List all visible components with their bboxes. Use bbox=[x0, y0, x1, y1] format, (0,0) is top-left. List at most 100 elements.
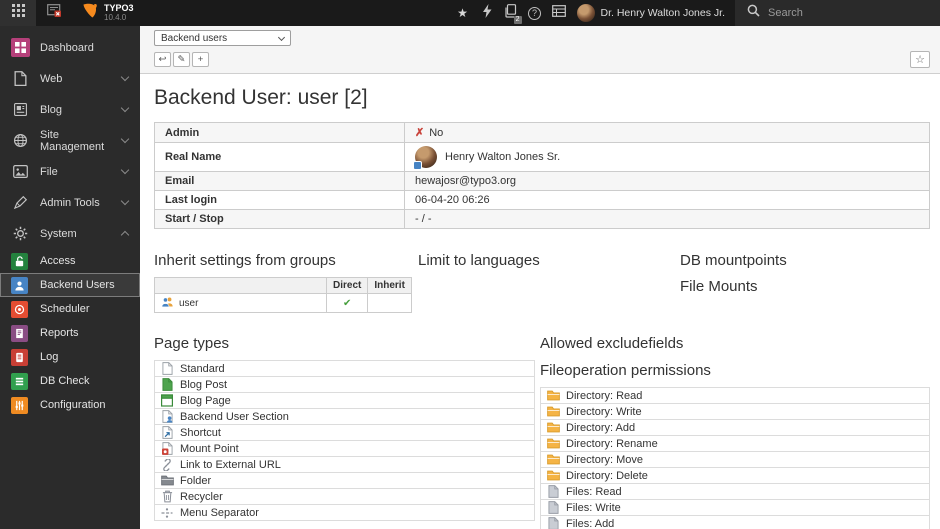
fileoperation-directory-rename: Directory: Rename bbox=[541, 436, 929, 452]
sidebar-item-web[interactable]: Web bbox=[0, 63, 140, 94]
sidebar-item-log[interactable]: Log bbox=[0, 345, 140, 369]
sidebar-item-label: Admin Tools bbox=[40, 196, 100, 209]
sidebar-item-dashboard[interactable]: Dashboard bbox=[0, 32, 140, 63]
sidebar-item-db-check[interactable]: DB Check bbox=[0, 369, 140, 393]
page-type-blog-post: Blog Post bbox=[155, 377, 534, 393]
fileoperations-section: Fileoperation permissions Directory: Rea… bbox=[540, 362, 930, 529]
page-type-folder: Folder bbox=[155, 473, 534, 489]
trash-icon bbox=[160, 490, 174, 503]
page-type-label: Recycler bbox=[180, 490, 223, 503]
db-mounts-title: DB mountpoints bbox=[680, 252, 787, 269]
page-type-label: Standard bbox=[180, 362, 225, 375]
fileoperation-label: Directory: Move bbox=[566, 453, 644, 466]
list-table-icon bbox=[551, 4, 566, 22]
detail-row-last-login: Last login 06-04-20 06:26 bbox=[154, 190, 930, 210]
help-button[interactable]: ? bbox=[523, 0, 547, 26]
fileoperation-files-write: Files: Write bbox=[541, 500, 929, 516]
sidebar-item-configuration[interactable]: Configuration bbox=[0, 393, 140, 417]
page-type-label: Menu Separator bbox=[180, 506, 259, 519]
sidebar-item-site-management[interactable]: Site Management bbox=[0, 125, 140, 156]
add-bookmark-button[interactable]: ☆ bbox=[910, 51, 930, 68]
docheader-buttons-row: ↩ ✎ + ☆ bbox=[154, 51, 930, 68]
fileoperation-label: Directory: Rename bbox=[566, 437, 658, 450]
main-area: Backend users ↩ ✎ + ☆ Backend User: user [… bbox=[140, 26, 940, 529]
groups-section: Inherit settings from groups Direct Inher… bbox=[154, 252, 418, 313]
fileoperation-directory-delete: Directory: Delete bbox=[541, 468, 929, 484]
sidebar-item-access[interactable]: Access bbox=[0, 249, 140, 273]
sidebar-item-label: Site Management bbox=[40, 128, 105, 153]
sidebar-item-label: File bbox=[40, 165, 58, 178]
detail-label: Start / Stop bbox=[154, 209, 405, 229]
sidebar-item-reports[interactable]: Reports bbox=[0, 321, 140, 345]
user-details-table: Admin ✗ No Real Name Henry Walton Jones Sr. E… bbox=[154, 122, 930, 229]
web-icon bbox=[11, 69, 30, 88]
sidebar-item-label: Access bbox=[40, 255, 76, 267]
folder-dark-icon bbox=[160, 475, 174, 486]
sidebar-item-file[interactable]: File bbox=[0, 156, 140, 187]
detail-row-start-stop: Start / Stop - / - bbox=[154, 209, 930, 229]
fileoperation-directory-write: Directory: Write bbox=[541, 404, 929, 420]
new-button[interactable]: + bbox=[192, 52, 209, 67]
close-button[interactable]: ↩ bbox=[154, 52, 171, 67]
sidebar-item-backend-users[interactable]: Backend Users bbox=[0, 273, 140, 297]
page-icon bbox=[160, 362, 174, 375]
opened-documents-button[interactable]: 2 bbox=[499, 0, 523, 26]
page-type-blog-page: Blog Page bbox=[155, 393, 534, 409]
detail-label: Email bbox=[154, 171, 405, 191]
module-menu-toggle-button[interactable] bbox=[0, 0, 36, 26]
detail-value: 06-04-20 06:26 bbox=[404, 190, 930, 210]
group-name-cell: user bbox=[154, 293, 327, 313]
page-type-label: Link to External URL bbox=[180, 458, 281, 471]
fileoperation-label: Directory: Read bbox=[566, 389, 643, 402]
detail-value-text: hewajosr@typo3.org bbox=[415, 175, 517, 187]
edit-icon: ✎ bbox=[177, 54, 186, 65]
page-green-icon bbox=[160, 378, 174, 391]
detail-value: hewajosr@typo3.org bbox=[404, 171, 930, 191]
group-name-text: user bbox=[179, 297, 199, 309]
fileoperations-title: Fileoperation permissions bbox=[540, 362, 711, 379]
groups-header-empty bbox=[154, 277, 327, 294]
folder-yellow-icon bbox=[546, 438, 560, 449]
group-direct-cell: ✔ bbox=[325, 293, 369, 313]
star-icon: ★ bbox=[457, 6, 468, 20]
backend-user-overlay-badge bbox=[413, 161, 422, 170]
deny-x-icon: ✗ bbox=[415, 127, 425, 139]
chevron-up-icon bbox=[120, 230, 130, 240]
typo3-logo-mark-icon bbox=[82, 3, 98, 24]
user-menu-button[interactable]: Dr. Henry Walton Jones Jr. bbox=[571, 0, 736, 26]
sidebar-item-system[interactable]: System bbox=[0, 218, 140, 249]
user-avatar bbox=[576, 4, 595, 22]
sidebar-item-label: Configuration bbox=[40, 399, 106, 411]
sidebar-item-blog[interactable]: Blog bbox=[0, 94, 140, 125]
sidebar-item-label: Log bbox=[40, 351, 59, 363]
fileoperation-directory-add: Directory: Add bbox=[541, 420, 929, 436]
fileoperation-label: Directory: Write bbox=[566, 405, 642, 418]
bookmarks-button[interactable]: ★ bbox=[451, 0, 475, 26]
search-input[interactable] bbox=[768, 7, 898, 19]
globe-icon bbox=[11, 131, 30, 150]
clear-cache-button[interactable] bbox=[475, 0, 499, 26]
topbar-search bbox=[735, 0, 940, 26]
page-type-menu-separator: Menu Separator bbox=[155, 505, 534, 521]
groups-header-inherit: Inherit bbox=[367, 277, 412, 294]
page-type-shortcut: Shortcut bbox=[155, 425, 534, 441]
page-type-standard: Standard bbox=[155, 361, 534, 377]
sidebar-item-label: System bbox=[40, 227, 77, 240]
sidebar-item-scheduler[interactable]: Scheduler bbox=[0, 297, 140, 321]
edit-button[interactable]: ✎ bbox=[173, 52, 190, 67]
folder-yellow-icon bbox=[546, 390, 560, 401]
folder-yellow-icon bbox=[546, 470, 560, 481]
bookmark-star-icon: ☆ bbox=[915, 54, 925, 66]
frame-toggle-button[interactable] bbox=[36, 0, 72, 26]
languages-title: Limit to languages bbox=[418, 252, 540, 269]
system-information-button[interactable] bbox=[547, 0, 571, 26]
chevron-down-icon bbox=[120, 165, 130, 175]
sidebar-item-admin-tools[interactable]: Admin Tools bbox=[0, 187, 140, 218]
sections-row-2: Page types Standard Blog Post Blog Page Bac… bbox=[154, 335, 930, 529]
lightning-bolt-icon bbox=[482, 3, 492, 23]
sidebar-item-label: Backend Users bbox=[40, 279, 115, 291]
detail-label: Admin bbox=[154, 122, 405, 143]
fileoperation-directory-move: Directory: Move bbox=[541, 452, 929, 468]
detail-value: ✗ No bbox=[404, 122, 930, 143]
module-select[interactable]: Backend users bbox=[154, 30, 291, 46]
